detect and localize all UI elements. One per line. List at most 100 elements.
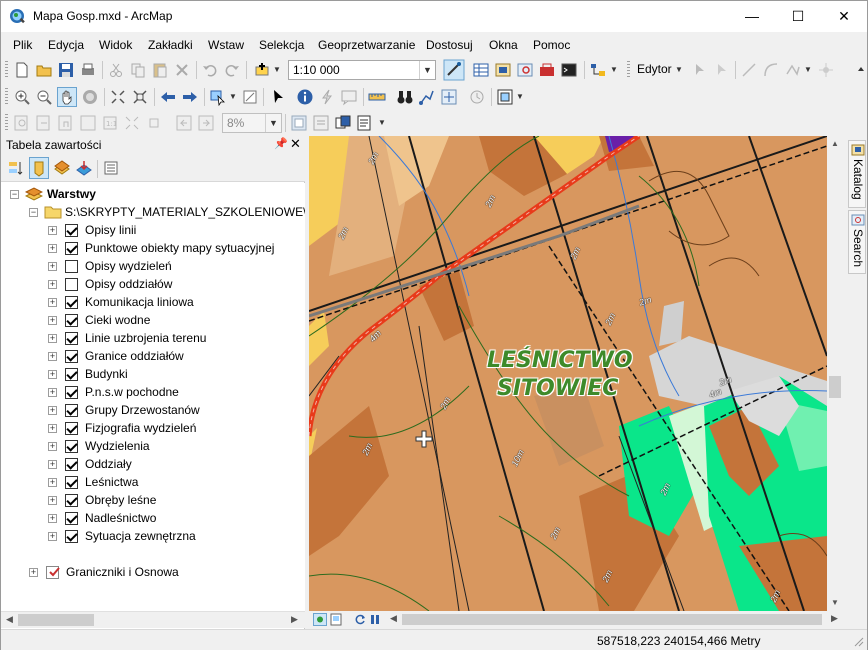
menu-widok[interactable]: Widok (99, 38, 132, 52)
python-window-icon[interactable] (560, 61, 578, 79)
tree-row-layer[interactable]: + Linie uzbrojenia terenu (1, 330, 301, 348)
close-icon[interactable]: ✕ (290, 136, 301, 152)
layer-checkbox[interactable] (65, 458, 78, 471)
full-extent-icon[interactable] (81, 88, 99, 106)
fixed-zoom-in-layout-icon[interactable] (123, 114, 141, 132)
scrollbar-thumb[interactable] (402, 614, 822, 625)
select-dropdown-icon[interactable]: ▼ (229, 92, 237, 101)
layer-checkbox[interactable] (65, 476, 78, 489)
undo-icon[interactable] (201, 61, 219, 79)
fixed-zoom-out-layout-icon[interactable] (145, 114, 163, 132)
layout-dropdown-icon[interactable]: ▼ (378, 118, 386, 127)
edit-tool-icon[interactable] (691, 61, 709, 79)
fixed-zoom-out-icon[interactable] (131, 88, 149, 106)
delete-icon[interactable] (173, 61, 191, 79)
zoom-100-icon[interactable]: 1:1 (101, 114, 119, 132)
layout-zoom-out-icon[interactable] (35, 114, 53, 132)
change-layout-icon[interactable] (334, 114, 352, 132)
resize-grip-icon[interactable] (853, 636, 864, 647)
cut-icon[interactable] (107, 61, 125, 79)
data-driven-pages-icon[interactable] (356, 114, 374, 132)
straight-segment-icon[interactable] (740, 61, 758, 79)
layer-checkbox[interactable] (65, 368, 78, 381)
measure-icon[interactable] (368, 88, 386, 106)
expand-icon[interactable]: + (29, 568, 38, 577)
scroll-down-icon[interactable]: ▼ (831, 598, 839, 607)
redo-icon[interactable] (223, 61, 241, 79)
tree-row-layer[interactable]: + Granice oddziałów (1, 348, 301, 366)
scrollbar-thumb[interactable] (18, 614, 94, 626)
fixed-zoom-in-icon[interactable] (109, 88, 127, 106)
tree-row-layer[interactable]: + Oddziały (1, 456, 301, 474)
print-icon[interactable] (79, 61, 97, 79)
scroll-left-icon[interactable]: ◀ (6, 614, 13, 625)
minimize-button[interactable]: — (729, 1, 775, 32)
toggle-draft-mode-icon[interactable] (290, 114, 308, 132)
tree-row-layer[interactable]: + Punktowe obiekty mapy sytuacyjnej (1, 240, 301, 258)
viewer-dropdown-icon[interactable]: ▼ (516, 92, 524, 101)
select-features-icon[interactable] (209, 88, 227, 106)
menu-wstaw[interactable]: Wstaw (208, 38, 244, 52)
list-by-visibility-icon[interactable] (53, 159, 71, 177)
tree-row-layer[interactable]: + Wydzielenia (1, 438, 301, 456)
map-vertical-scrollbar[interactable]: ▲ ▼ (827, 136, 844, 611)
tree-row-extra[interactable]: + Graniczniki i Osnowa (1, 564, 301, 582)
open-folder-icon[interactable] (35, 61, 53, 79)
tree-row-layer[interactable]: + Fizjografia wydzieleń (1, 420, 301, 438)
collapse-icon[interactable]: − (10, 190, 19, 199)
tree-row-layer[interactable]: + P.n.s.w pochodne (1, 384, 301, 402)
pan-hand-icon[interactable] (57, 87, 77, 107)
close-button[interactable]: ✕ (821, 1, 867, 32)
expand-icon[interactable]: + (48, 316, 57, 325)
scroll-up-icon[interactable] (857, 65, 865, 77)
arctoolbox-icon[interactable] (538, 61, 556, 79)
expand-icon[interactable]: + (48, 442, 57, 451)
editor-dropdown-icon[interactable]: ▼ (675, 65, 683, 74)
map-scale-combobox[interactable]: 1:10 000 ▼ (288, 60, 436, 80)
map-canvas[interactable] (309, 136, 827, 611)
catalog-icon[interactable] (494, 61, 512, 79)
expand-icon[interactable]: + (48, 334, 57, 343)
layer-checkbox[interactable] (65, 440, 78, 453)
toolbar-grip[interactable] (5, 114, 8, 132)
layout-forward-icon[interactable] (197, 114, 215, 132)
zoom-in-icon[interactable] (13, 88, 31, 106)
scroll-right-icon[interactable]: ▶ (291, 614, 298, 625)
list-by-source-icon[interactable] (29, 157, 49, 179)
layer-checkbox[interactable] (46, 566, 60, 579)
catalog-tab[interactable]: Katalog (848, 140, 866, 208)
scroll-left-icon[interactable]: ◀ (390, 613, 397, 624)
tree-row-layer[interactable]: + Cieki wodne (1, 312, 301, 330)
layer-checkbox[interactable] (65, 332, 78, 345)
layer-checkbox[interactable] (65, 224, 78, 237)
toolbar-grip[interactable] (5, 88, 8, 106)
search-tab[interactable]: Search (848, 210, 866, 274)
tree-row-layer[interactable]: + Obręby leśne (1, 492, 301, 510)
layer-checkbox[interactable] (65, 386, 78, 399)
zoom-whole-page-icon[interactable] (79, 114, 97, 132)
layer-checkbox[interactable] (65, 242, 78, 255)
layer-checkbox[interactable] (65, 314, 78, 327)
add-data-dropdown-icon[interactable]: ▼ (273, 65, 281, 74)
tree-row-layer[interactable]: + Budynki (1, 366, 301, 384)
focus-data-frame-icon[interactable] (312, 114, 330, 132)
html-popup-icon[interactable] (340, 88, 358, 106)
add-data-icon[interactable] (253, 61, 271, 79)
editor-toolbar-icon[interactable] (443, 59, 465, 81)
list-by-drawing-order-icon[interactable] (7, 159, 25, 177)
layer-checkbox[interactable] (65, 404, 78, 417)
expand-icon[interactable]: + (48, 244, 57, 253)
table-icon[interactable] (472, 61, 490, 79)
scroll-up-icon[interactable]: ▲ (831, 139, 839, 148)
layout-back-icon[interactable] (175, 114, 193, 132)
expand-icon[interactable]: + (48, 352, 57, 361)
map-view[interactable]: 2m 2m 2m 2m 2m 2m 10m 2m 2m 4m 4m 2m 2m … (309, 136, 827, 611)
expand-icon[interactable]: + (48, 514, 57, 523)
layout-view-icon[interactable] (330, 613, 342, 626)
toc-horizontal-scrollbar[interactable]: ◀ ▶ (1, 611, 305, 628)
menu-geoprzetwarzanie[interactable]: Geoprzetwarzanie (318, 38, 415, 52)
find-binoculars-icon[interactable] (396, 88, 414, 106)
tree-row-layer[interactable]: + Nadleśnictwo (1, 510, 301, 528)
expand-icon[interactable]: + (48, 262, 57, 271)
tree-row-root[interactable]: − Warstwy (1, 186, 301, 204)
